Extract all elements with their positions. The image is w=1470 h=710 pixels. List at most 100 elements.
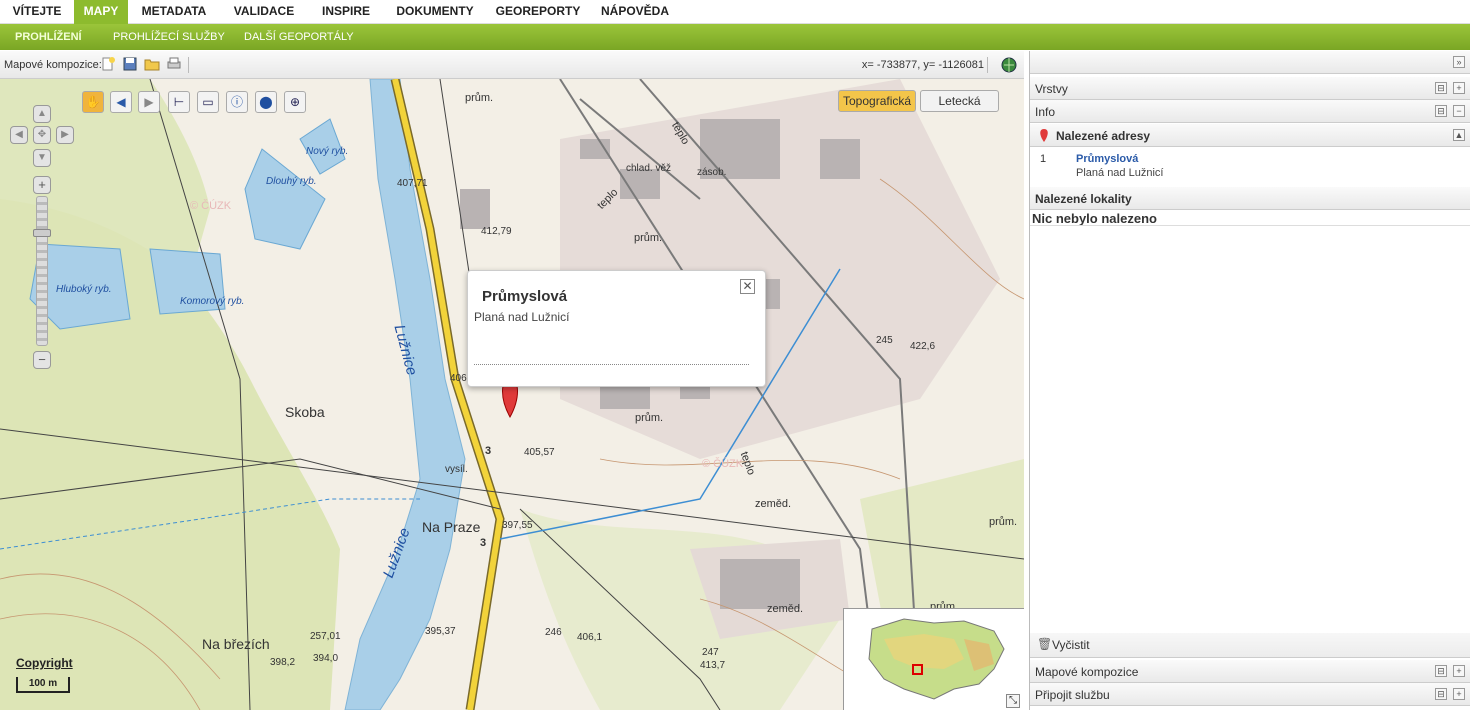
map-label-pond: Nový ryb. <box>306 146 348 157</box>
pan-left-button[interactable]: ◀ <box>10 126 28 144</box>
zoom-handle[interactable] <box>33 229 51 237</box>
overview-map[interactable]: ⤡ <box>843 608 1024 710</box>
subnav-prohlizeni[interactable]: PROHLÍŽENÍ <box>15 24 82 50</box>
subnav-dalsi-geoportaly[interactable]: DALŠÍ GEOPORTÁLY <box>244 24 354 50</box>
pin-icon[interactable]: ⊟ <box>1435 688 1447 700</box>
empty-result-text: Nic nebylo nalezeno <box>1032 211 1157 226</box>
info-icon[interactable]: ⓘ <box>226 91 248 113</box>
layer-topographic-button[interactable]: Topografická <box>838 90 917 112</box>
back-arrow-icon[interactable]: ◀ <box>110 91 132 113</box>
trash-icon[interactable]: 🗑 <box>1037 637 1052 651</box>
tab-napoveda[interactable]: NÁPOVĚDA <box>596 0 674 24</box>
elevation-label: 247 <box>702 647 719 658</box>
map-label-place: Skoba <box>285 404 325 420</box>
coordinates-readout: x= -733877, y= -1126081 <box>861 59 984 71</box>
map-label: prům. <box>465 92 493 104</box>
czech-map-shape <box>868 618 1005 700</box>
close-icon[interactable]: ✕ <box>740 279 755 294</box>
watermark: © ČÚZK <box>190 199 232 212</box>
layer-aerial-button[interactable]: Letecká <box>920 90 999 112</box>
measure-distance-icon[interactable]: ⊢ <box>168 91 190 113</box>
popup-subtitle: Planá nad Lužnicí <box>474 310 570 324</box>
panel-vrstvy[interactable]: Vrstvy ⊟ + <box>1030 77 1470 100</box>
pan-center-button[interactable]: ✥ <box>33 126 51 144</box>
zoom-in-button[interactable]: + <box>33 176 51 194</box>
save-icon[interactable] <box>122 56 138 72</box>
road-number: 3 <box>485 445 491 457</box>
pin-icon[interactable]: ⊟ <box>1435 82 1447 94</box>
toolbar-divider <box>188 57 189 73</box>
popup-title: Průmyslová <box>482 288 568 305</box>
result-number: 1 <box>1040 153 1047 165</box>
pan-hand-icon[interactable]: ✋ <box>82 91 104 113</box>
expand-icon[interactable]: + <box>1453 688 1465 700</box>
map-label-place: Na Praze <box>422 519 481 535</box>
map-canvas[interactable]: Lužnice Lužnice Skoba Na Praze Na březíc… <box>0 79 1024 710</box>
pin-icon[interactable]: ⊟ <box>1435 105 1447 117</box>
map-label-pond: Dlouhý ryb. <box>266 176 317 187</box>
tab-inspire[interactable]: INSPIRE <box>310 0 382 24</box>
panel-info[interactable]: Info ⊟ − <box>1030 100 1470 123</box>
forward-arrow-icon[interactable]: ▶ <box>138 91 160 113</box>
clear-button[interactable]: Vyčistit <box>1052 638 1090 652</box>
print-icon[interactable] <box>166 56 182 72</box>
location-pin-icon[interactable]: ⬤ <box>255 91 277 113</box>
elevation-label: 246 <box>545 627 562 638</box>
pan-up-button[interactable]: ▲ <box>33 105 51 123</box>
tab-metadata[interactable]: METADATA <box>128 0 220 24</box>
panel-label: Mapové kompozice <box>1035 665 1139 679</box>
copyright-link[interactable]: Copyright <box>16 656 73 670</box>
collapse-icon[interactable]: − <box>1453 105 1465 117</box>
elevation-label: 394,0 <box>313 653 338 664</box>
compositions-label: Mapové kompozice: <box>4 59 102 71</box>
road-number: 3 <box>480 537 486 549</box>
elevation-label: 398,2 <box>270 657 295 668</box>
elevation-label: 245 <box>876 335 893 346</box>
sub-navigation: PROHLÍŽENÍ PROHLÍŽECÍ SLUŽBY DALŠÍ GEOPO… <box>0 24 1470 50</box>
resize-icon[interactable]: ⤡ <box>1006 694 1020 708</box>
list-item[interactable]: 1 Průmyslová Planá nad Lužnicí <box>1032 150 1448 183</box>
collapse-icon[interactable]: ▲ <box>1453 129 1465 141</box>
toolbar-divider <box>987 57 988 73</box>
map-label: chlad. věž <box>626 163 671 174</box>
new-composition-icon[interactable] <box>100 56 116 72</box>
top-navigation: VÍTEJTE MAPY METADATA VALIDACE INSPIRE D… <box>0 0 1470 24</box>
elevation-label: 405,57 <box>524 447 555 458</box>
panel-label: Vrstvy <box>1035 82 1068 96</box>
subnav-prohlizeci-sluzby[interactable]: PROHLÍŽECÍ SLUŽBY <box>113 24 225 50</box>
globe-icon[interactable] <box>1001 57 1017 73</box>
expand-icon[interactable]: + <box>1453 665 1465 677</box>
panel-label: Info <box>1035 105 1056 119</box>
tab-validace[interactable]: VALIDACE <box>222 0 306 24</box>
tab-vitejte[interactable]: VÍTEJTE <box>0 0 74 24</box>
panel-mapove-kompozice[interactable]: Mapové kompozice ⊟ + <box>1030 660 1470 683</box>
clear-bar: 🗑 Vyčistit <box>1030 633 1470 658</box>
pan-right-button[interactable]: ▶ <box>56 126 74 144</box>
found-addresses-header[interactable]: Nalezené adresy ▲ <box>1030 124 1470 147</box>
tab-georeporty[interactable]: GEOREPORTY <box>490 0 586 24</box>
tab-dokumenty[interactable]: DOKUMENTY <box>388 0 482 24</box>
open-folder-icon[interactable] <box>144 56 160 72</box>
expand-icon[interactable]: + <box>1453 82 1465 94</box>
found-localities-header[interactable]: Nalezené lokality <box>1030 187 1470 210</box>
panel-pripojit-sluzbu[interactable]: Připojit službu ⊟ + <box>1030 683 1470 706</box>
measure-area-icon[interactable]: ▭ <box>197 91 219 113</box>
collapse-sidebar-icon[interactable]: » <box>1453 56 1465 68</box>
elevation-label: 406,1 <box>577 632 602 643</box>
result-name[interactable]: Průmyslová <box>1076 153 1138 165</box>
pin-icon[interactable]: ⊟ <box>1435 665 1447 677</box>
panel-label: Nalezené adresy <box>1056 129 1151 143</box>
map-label-pond: Hluboký ryb. <box>56 284 112 295</box>
zoom-slider[interactable] <box>36 196 48 346</box>
elevation-label: 395,37 <box>425 626 456 637</box>
tab-mapy[interactable]: MAPY <box>74 0 128 24</box>
elevation-label: 422,6 <box>910 341 935 352</box>
zoom-out-button[interactable]: − <box>33 351 51 369</box>
pan-down-button[interactable]: ▼ <box>33 149 51 167</box>
elevation-label: 412,79 <box>481 226 512 237</box>
watermark: © ČÚZK <box>702 457 744 470</box>
panel-label: Připojit službu <box>1035 688 1110 702</box>
elevation-label: 397,55 <box>502 520 533 531</box>
map-area: Mapové kompozice: x= -733877, y= -112608… <box>0 51 1024 710</box>
coordinate-icon[interactable]: ⊕ <box>284 91 306 113</box>
